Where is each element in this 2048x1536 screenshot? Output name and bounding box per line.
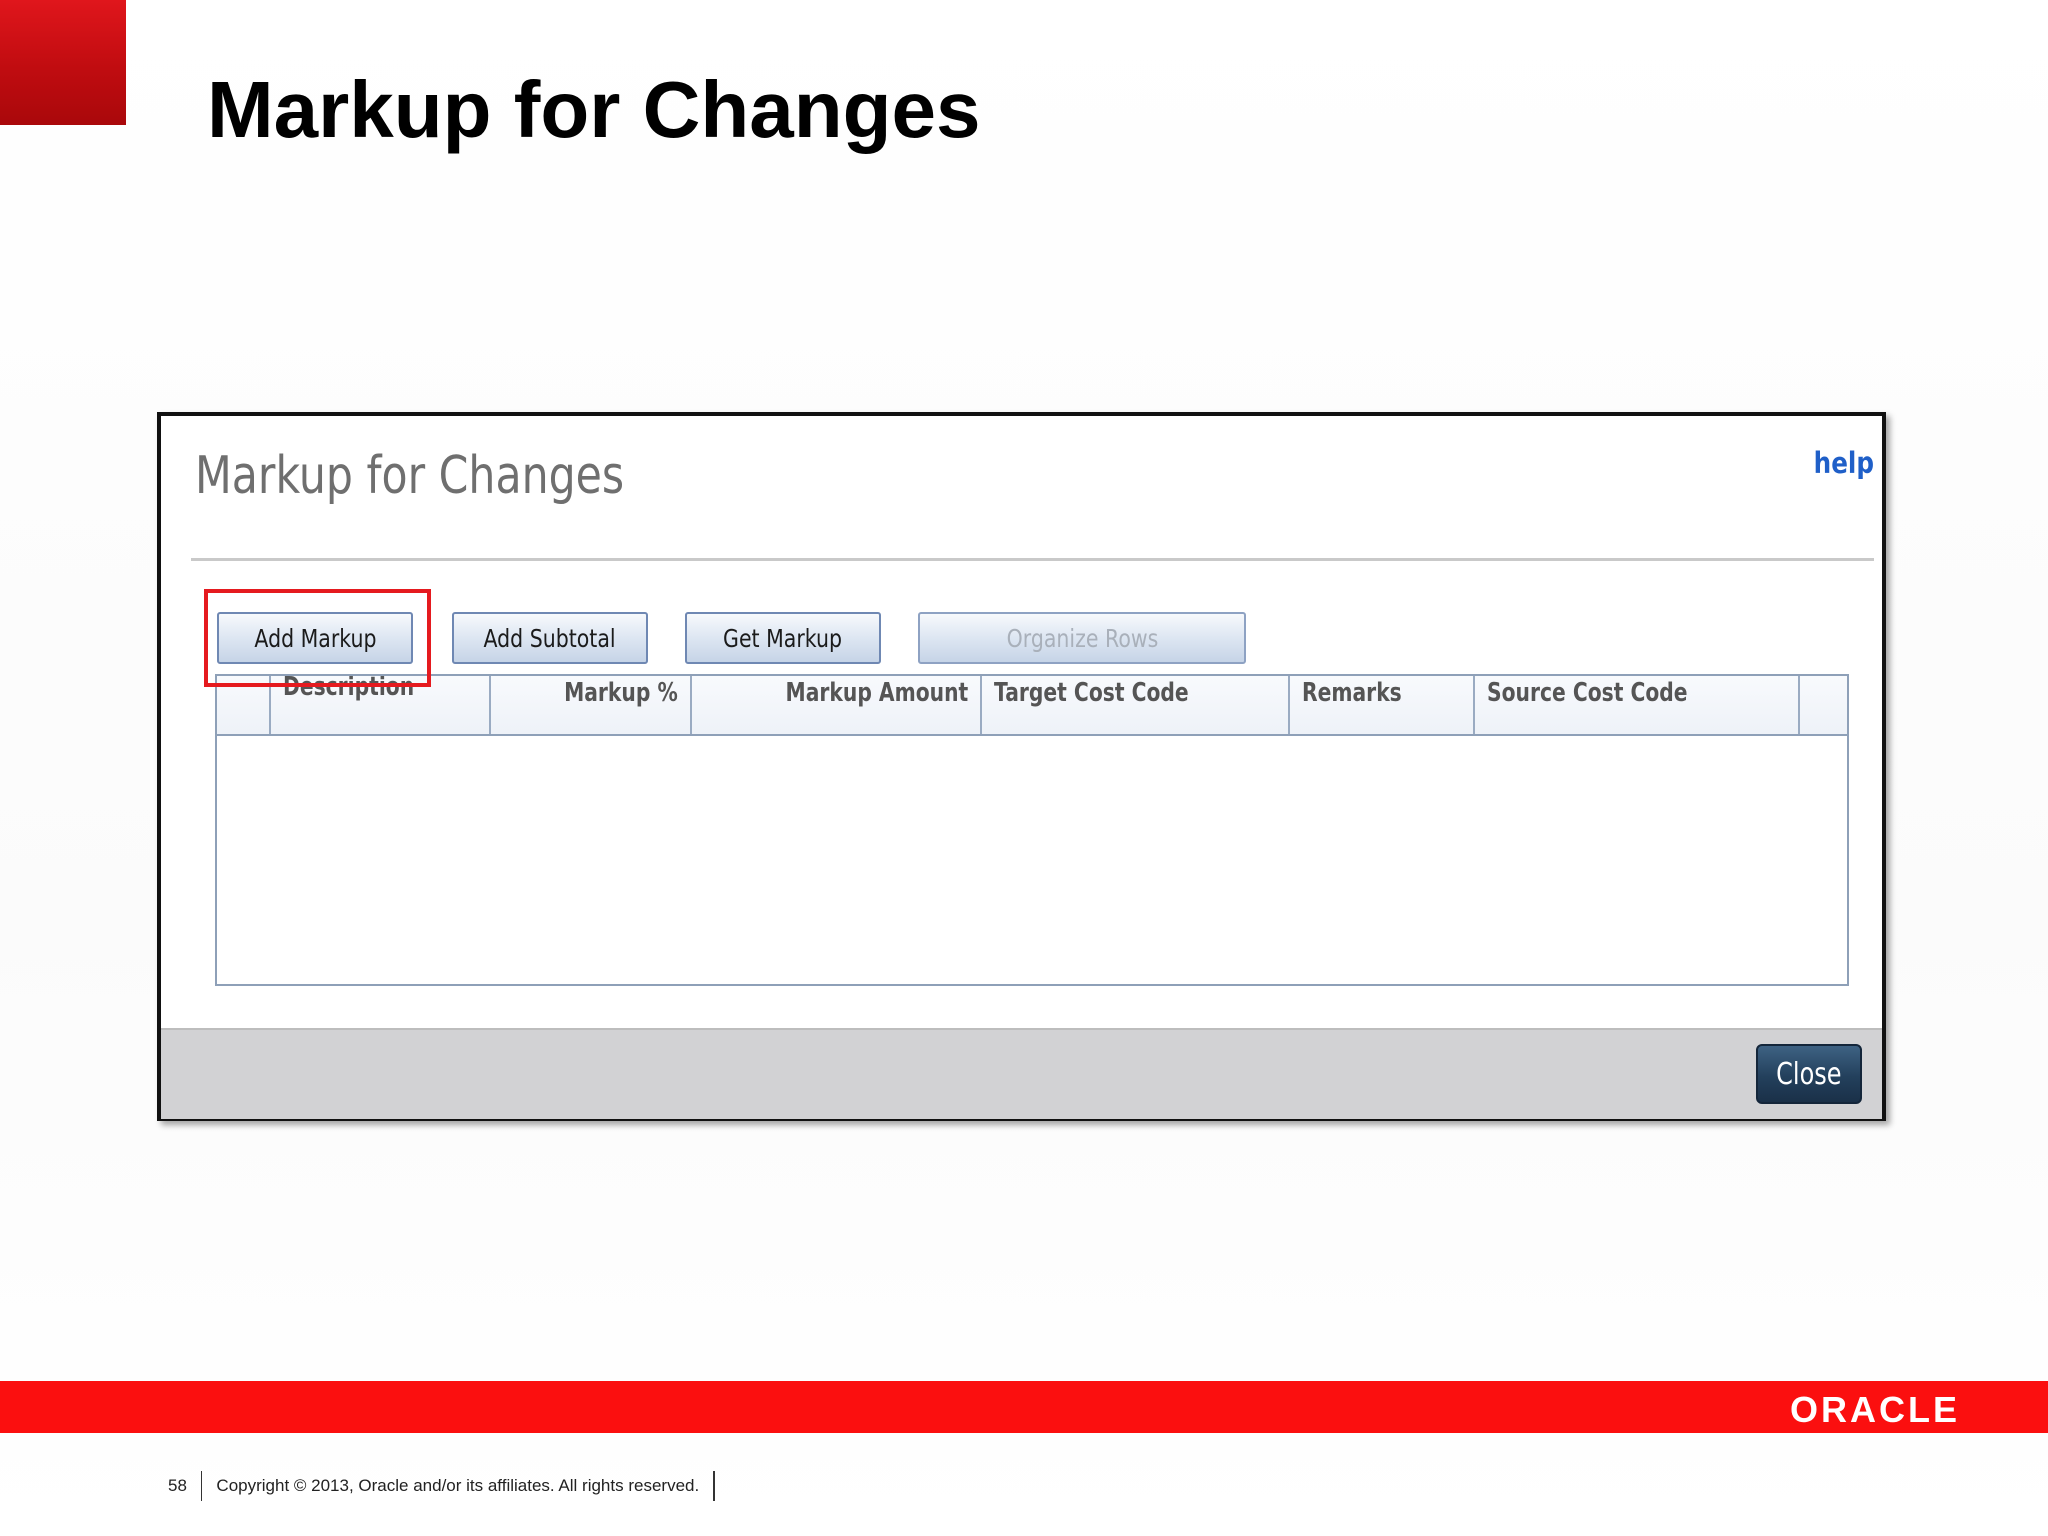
column-header-remarks[interactable]: Remarks xyxy=(1290,676,1475,734)
column-header-markup-amount[interactable]: Markup Amount xyxy=(692,676,982,734)
close-button-label: Close xyxy=(1776,1056,1842,1092)
brand-corner-block xyxy=(0,0,126,125)
dialog-footer: Close xyxy=(161,1028,1882,1119)
help-link[interactable]: help xyxy=(1814,446,1874,480)
organize-rows-button[interactable]: Organize Rows xyxy=(918,612,1246,664)
add-markup-button[interactable]: Add Markup xyxy=(217,612,413,664)
column-header-filler xyxy=(1800,676,1847,734)
brand-band: ORACLE xyxy=(0,1381,2048,1433)
footer-divider xyxy=(200,1471,203,1501)
organize-rows-button-label: Organize Rows xyxy=(1006,623,1158,653)
close-button[interactable]: Close xyxy=(1756,1044,1862,1104)
slide-title: Markup for Changes xyxy=(207,65,981,154)
get-markup-button-label: Get Markup xyxy=(723,623,843,653)
page-number: 58 xyxy=(168,1476,187,1495)
add-subtotal-button[interactable]: Add Subtotal xyxy=(452,612,648,664)
title-divider xyxy=(191,558,1874,561)
markup-grid: Description Markup % Markup Amount Targe… xyxy=(215,674,1849,986)
markup-dialog-screenshot: Markup for Changes help Add Markup Add S… xyxy=(157,412,1886,1121)
copyright-text: Copyright © 2013, Oracle and/or its affi… xyxy=(216,1476,700,1495)
grid-header: Description Markup % Markup Amount Targe… xyxy=(217,676,1847,736)
slide: Markup for Changes Markup for Changes he… xyxy=(0,0,2048,1536)
column-header-target-cost-code[interactable]: Target Cost Code xyxy=(982,676,1290,734)
add-markup-button-label: Add Markup xyxy=(253,623,377,653)
column-header-description[interactable]: Description xyxy=(271,676,491,734)
dialog-title: Markup for Changes xyxy=(195,446,625,506)
add-subtotal-button-label: Add Subtotal xyxy=(483,623,617,653)
slide-footer: 58 Copyright © 2013, Oracle and/or its a… xyxy=(168,1470,729,1502)
column-header-markup-percent[interactable]: Markup % xyxy=(491,676,692,734)
oracle-logo: ORACLE xyxy=(1790,1389,1960,1430)
column-header-select[interactable] xyxy=(217,676,271,734)
get-markup-button[interactable]: Get Markup xyxy=(685,612,881,664)
column-header-source-cost-code[interactable]: Source Cost Code xyxy=(1475,676,1800,734)
footer-divider-end xyxy=(713,1471,715,1501)
